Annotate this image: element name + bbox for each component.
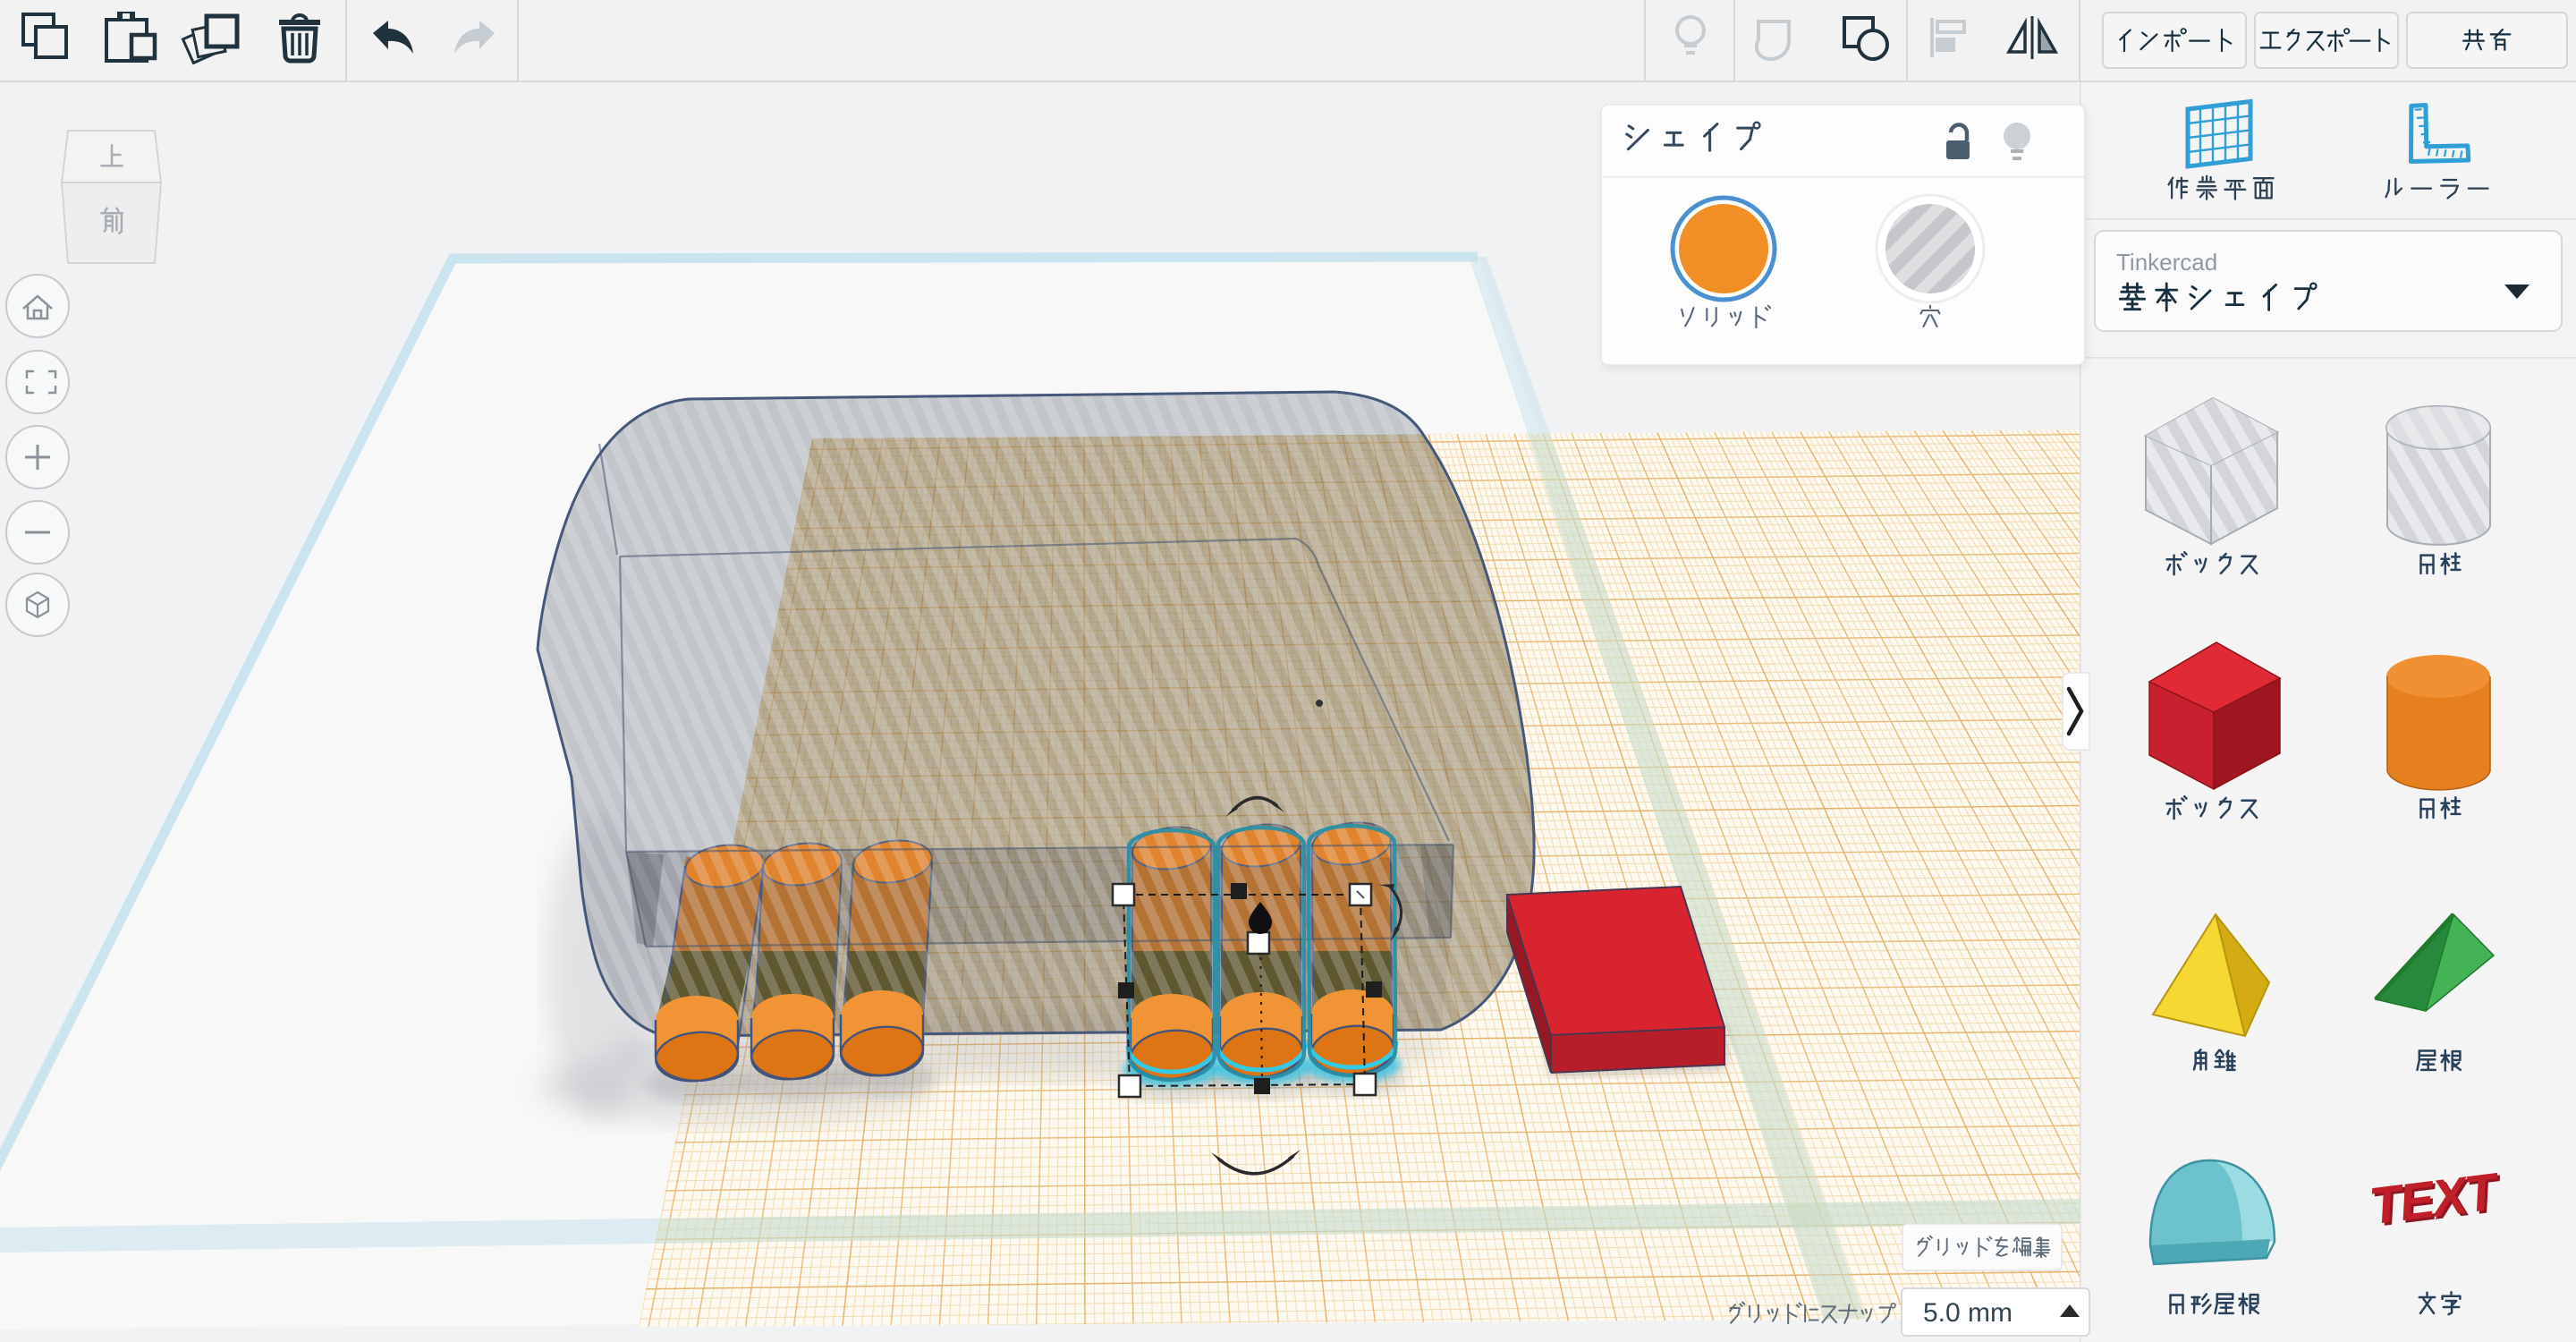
svg-text:Tinkercad: Tinkercad	[2116, 249, 2217, 276]
svg-text:5.0 mm: 5.0 mm	[1923, 1298, 2012, 1328]
